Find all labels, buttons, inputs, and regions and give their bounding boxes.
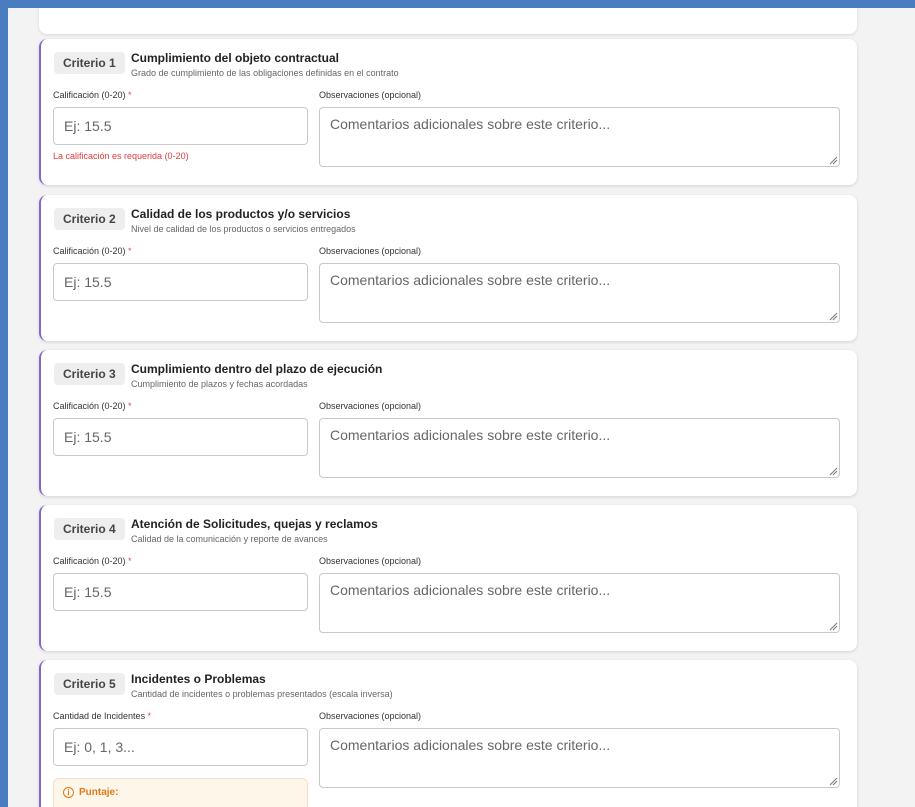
criterion-title: Atención de Solicitudes, quejas y reclam… [131, 517, 378, 531]
required-mark: * [147, 711, 152, 721]
criterion-card-4: Criterio 4 Atención de Solicitudes, quej… [39, 505, 857, 651]
observations-textarea[interactable] [319, 107, 840, 167]
criterion-title: Incidentes o Problemas [131, 672, 266, 686]
observations-textarea[interactable] [319, 573, 840, 633]
observations-textarea[interactable] [319, 263, 840, 323]
observations-label: Observaciones (opcional) [319, 401, 422, 411]
info-circle-icon: i [63, 787, 74, 798]
resize-handle-icon[interactable] [829, 777, 838, 786]
criterion-description: Grado de cumplimiento de las obligacione… [131, 68, 399, 78]
required-mark: * [128, 246, 132, 256]
observations-textarea[interactable] [319, 728, 840, 788]
observations-label: Observaciones (opcional) [319, 556, 422, 566]
observations-textarea[interactable] [319, 418, 840, 478]
observations-label: Observaciones (opcional) [319, 90, 422, 100]
criterion-card-2: Criterio 2 Calidad de los productos y/o … [39, 195, 857, 341]
criterion-description: Cantidad de incidentes o problemas prese… [131, 689, 393, 699]
resize-handle-icon[interactable] [829, 312, 838, 321]
evaluation-form-panel: Criterio 1 Cumplimiento del objeto contr… [8, 8, 915, 807]
criterion-description: Calidad de la comunicación y reporte de … [131, 534, 328, 544]
criterion-description: Cumplimiento de plazos y fechas acordada… [131, 379, 308, 389]
criterion-badge: Criterio 2 [54, 208, 125, 230]
criterion-badge: Criterio 1 [54, 52, 125, 74]
incidents-label: Cantidad de Incidentes * [53, 711, 152, 721]
resize-handle-icon[interactable] [829, 467, 838, 476]
criterion-description: Nivel de calidad de los productos o serv… [131, 224, 356, 234]
score-label: Calificación (0-20) * [53, 90, 132, 100]
observations-label: Observaciones (opcional) [319, 711, 422, 721]
score-input[interactable] [53, 573, 308, 611]
incidents-input[interactable] [53, 728, 308, 766]
score-label: Calificación (0-20) * [53, 401, 132, 411]
score-error-message: La calificación es requerida (0-20) [53, 151, 189, 161]
criterion-badge: Criterio 4 [54, 518, 125, 540]
required-mark: * [128, 90, 132, 100]
puntaje-label: Puntaje: [79, 787, 119, 798]
previous-card [39, 8, 857, 34]
score-label: Calificación (0-20) * [53, 246, 132, 256]
criterion-title: Calidad de los productos y/o servicios [131, 207, 351, 221]
required-mark: * [128, 556, 132, 566]
criterion-badge: Criterio 5 [54, 673, 125, 695]
criterion-card-1: Criterio 1 Cumplimiento del objeto contr… [39, 39, 857, 185]
criterion-title: Cumplimiento dentro del plazo de ejecuci… [131, 362, 383, 376]
criterion-title: Cumplimiento del objeto contractual [131, 51, 340, 65]
score-input[interactable] [53, 263, 308, 301]
criterion-card-5: Criterio 5 Incidentes o Problemas Cantid… [39, 660, 857, 807]
score-input[interactable] [53, 418, 308, 456]
required-mark: * [128, 401, 132, 411]
score-label: Calificación (0-20) * [53, 556, 132, 566]
criterion-badge: Criterio 3 [54, 363, 125, 385]
observations-label: Observaciones (opcional) [319, 246, 422, 256]
score-input[interactable] [53, 107, 308, 145]
resize-handle-icon[interactable] [829, 622, 838, 631]
score-result-box: i Puntaje: [53, 778, 308, 807]
criterion-card-3: Criterio 3 Cumplimiento dentro del plazo… [39, 350, 857, 496]
resize-handle-icon[interactable] [829, 156, 838, 165]
